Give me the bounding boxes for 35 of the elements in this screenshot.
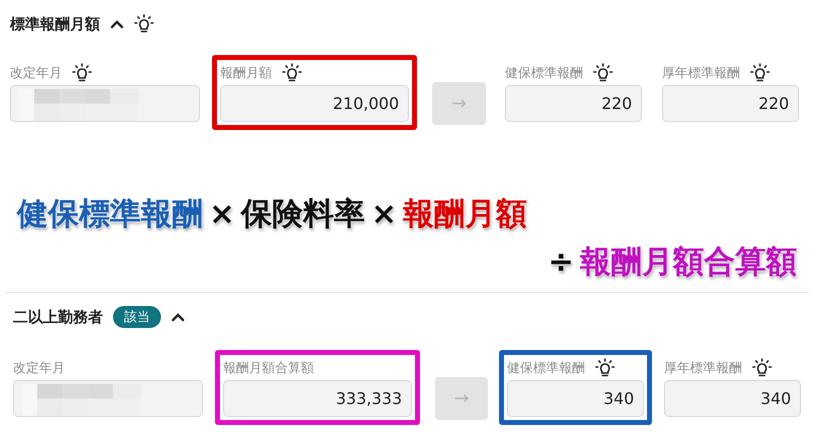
field-label: 改定年月 bbox=[10, 65, 62, 82]
formula-term: × bbox=[209, 196, 235, 232]
input-field[interactable]: 340 bbox=[664, 380, 801, 417]
input-field[interactable]: 210,000 bbox=[220, 85, 409, 122]
lightbulb-icon[interactable] bbox=[134, 14, 154, 34]
lightbulb-icon[interactable] bbox=[72, 63, 92, 83]
input-field[interactable]: 333,333 bbox=[223, 380, 412, 417]
formula-term: 健保標準報酬 bbox=[17, 195, 203, 234]
section-title: 二以上勤務者 bbox=[13, 308, 103, 326]
status-badge: 該当 bbox=[113, 306, 161, 328]
input-field[interactable] bbox=[10, 85, 200, 122]
input-field[interactable]: 220 bbox=[505, 85, 642, 122]
section-title: 標準報酬月額 bbox=[10, 14, 100, 34]
lightbulb-icon[interactable] bbox=[593, 63, 613, 83]
lightbulb-icon[interactable] bbox=[750, 63, 770, 83]
field-label: 厚年標準報酬 bbox=[662, 65, 740, 82]
field-label: 報酬月額 bbox=[220, 65, 272, 82]
input-field[interactable] bbox=[13, 380, 203, 417]
input-field[interactable]: 220 bbox=[662, 85, 799, 122]
formula-term: × bbox=[370, 196, 397, 232]
field-label: 報酬月額合算額 bbox=[223, 360, 314, 377]
lightbulb-icon[interactable] bbox=[282, 63, 302, 83]
field-label: 健保標準報酬 bbox=[505, 65, 583, 82]
formula-term: ÷ bbox=[548, 244, 574, 280]
formula-term: 報酬月額 bbox=[402, 195, 527, 234]
formula-term: 報酬月額合算額 bbox=[580, 243, 797, 282]
formula-term: 保険料率 bbox=[240, 195, 365, 234]
field-label: 厚年標準報酬 bbox=[664, 360, 742, 377]
lightbulb-icon[interactable] bbox=[752, 358, 772, 378]
field-label: 健保標準報酬 bbox=[507, 360, 585, 377]
field-label: 改定年月 bbox=[13, 360, 65, 377]
input-field[interactable]: 340 bbox=[507, 380, 644, 417]
lightbulb-icon[interactable] bbox=[595, 358, 615, 378]
collapse-chevron-icon[interactable] bbox=[171, 312, 185, 322]
collapse-chevron-icon[interactable] bbox=[110, 19, 124, 29]
